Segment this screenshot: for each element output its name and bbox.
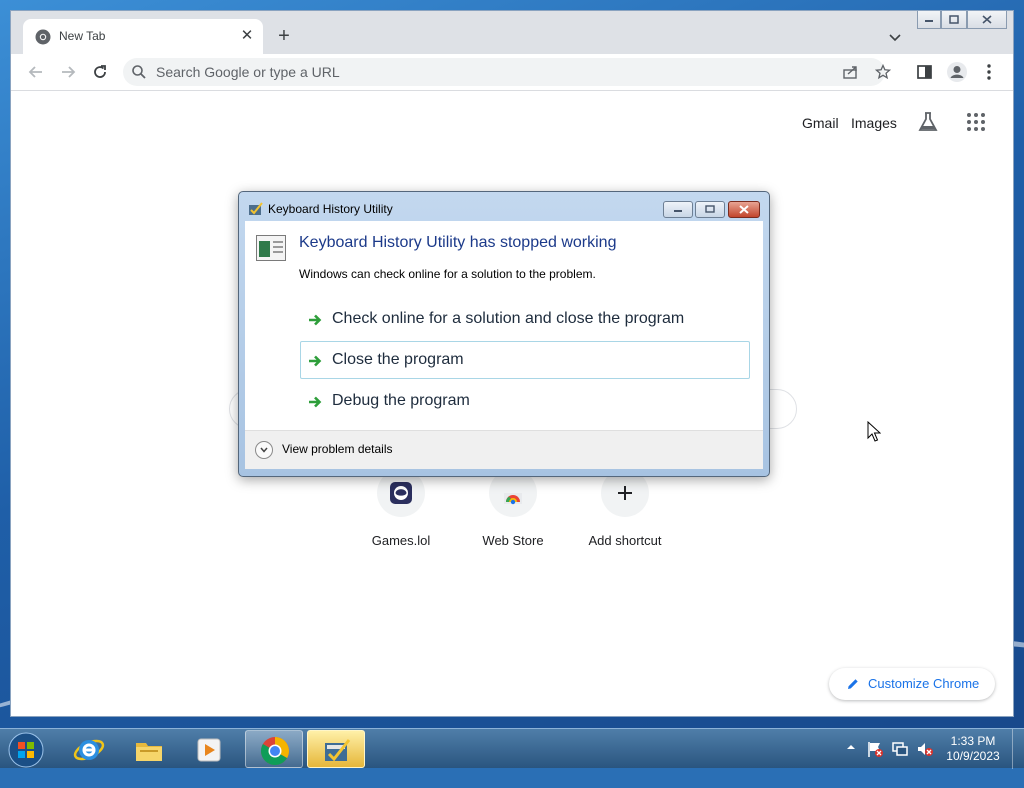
customize-chrome-button[interactable]: Customize Chrome — [829, 668, 995, 700]
gmail-link[interactable]: Gmail — [802, 115, 839, 131]
bookmark-star-icon[interactable] — [875, 64, 891, 80]
customize-chrome-label: Customize Chrome — [868, 676, 980, 691]
close-program-option[interactable]: Close the program — [300, 341, 750, 379]
pencil-icon — [848, 679, 858, 689]
dialog-title: Keyboard History Utility — [268, 202, 393, 216]
dialog-close-button[interactable] — [728, 201, 760, 218]
menu-dots-icon[interactable] — [979, 62, 999, 82]
side-panel-icon[interactable] — [915, 62, 935, 82]
start-button-icon[interactable] — [6, 731, 46, 769]
internet-explorer-icon — [73, 739, 105, 761]
crash-dialog: Keyboard History Utility Keyboard Histor… — [238, 191, 770, 477]
clock-date: 10/9/2023 — [946, 749, 1000, 763]
keyboard-history-utility-icon — [325, 739, 351, 762]
shortcut-web-store[interactable]: Web Store — [463, 469, 563, 548]
volume-muted-icon[interactable] — [916, 740, 934, 758]
taskbar: 1:33 PM 10/9/2023 — [0, 728, 1024, 769]
new-tab-button[interactable]: + — [273, 25, 295, 47]
green-arrow-icon — [309, 314, 322, 326]
option-label: Close the program — [332, 351, 464, 368]
shortcut-add[interactable]: Add shortcut — [575, 469, 675, 548]
labs-flask-icon[interactable] — [916, 110, 940, 134]
view-problem-details-toggle[interactable]: View problem details — [282, 442, 393, 456]
shortcut-label: Add shortcut — [588, 533, 662, 548]
folder-icon — [136, 743, 162, 761]
tab-title: New Tab — [59, 29, 106, 43]
green-arrow-icon — [309, 396, 322, 408]
shortcut-label: Web Store — [482, 533, 544, 548]
search-icon — [132, 65, 146, 79]
window-close-button[interactable] — [967, 11, 1007, 29]
taskbar-chrome[interactable] — [245, 730, 303, 768]
show-hidden-icons-arrow-icon[interactable] — [846, 742, 856, 752]
taskbar-internet-explorer[interactable] — [60, 730, 118, 768]
dialog-heading: Keyboard History Utility has stopped wor… — [299, 234, 617, 251]
show-desktop-button[interactable] — [1012, 729, 1024, 769]
shortcut-label: Games.lol — [371, 533, 431, 548]
dialog-maximize-button[interactable] — [695, 201, 725, 218]
reload-icon[interactable] — [90, 62, 110, 82]
green-arrow-icon — [309, 355, 322, 367]
option-label: Debug the program — [332, 392, 470, 409]
taskbar-media-player[interactable] — [180, 730, 238, 768]
media-player-icon — [197, 738, 221, 762]
forward-arrow-icon[interactable] — [58, 62, 78, 82]
action-center-flag-icon[interactable] — [866, 740, 884, 758]
restore-button[interactable] — [941, 11, 967, 29]
debug-program-option[interactable]: Debug the program — [300, 382, 750, 420]
option-label: Check online for a solution and close th… — [332, 310, 685, 327]
dialog-content: Keyboard History Utility has stopped wor… — [245, 221, 763, 430]
dialog-minimize-button[interactable] — [663, 201, 693, 218]
back-arrow-icon[interactable] — [26, 62, 46, 82]
app-titlebar-icon — [249, 202, 263, 215]
share-icon[interactable] — [842, 64, 860, 80]
network-icon[interactable] — [891, 740, 909, 758]
tab-strip: New Tab ✕ + — [11, 11, 1013, 54]
google-apps-grid-icon[interactable] — [966, 112, 986, 132]
check-online-option[interactable]: Check online for a solution and close th… — [300, 300, 750, 338]
expand-chevron-icon[interactable] — [255, 441, 273, 459]
dialog-footer: View problem details — [245, 430, 763, 469]
dialog-subtext: Windows can check online for a solution … — [299, 267, 596, 281]
browser-toolbar: Search Google or type a URL — [11, 54, 1013, 91]
profile-avatar-icon[interactable] — [946, 61, 968, 83]
tab-new-tab[interactable]: New Tab ✕ — [23, 19, 263, 54]
address-bar-placeholder: Search Google or type a URL — [156, 64, 340, 80]
chrome-favicon-icon — [35, 29, 51, 45]
images-link[interactable]: Images — [851, 115, 897, 131]
tab-close-icon[interactable]: ✕ — [237, 26, 257, 46]
mouse-pointer-icon — [867, 421, 881, 442]
tab-search-chevron-icon[interactable] — [885, 27, 905, 47]
taskbar-file-explorer[interactable] — [120, 730, 178, 768]
chrome-icon — [261, 737, 289, 765]
clock-time: 1:33 PM — [950, 734, 996, 748]
address-bar[interactable]: Search Google or type a URL — [123, 58, 891, 86]
taskbar-keyboard-history-utility[interactable] — [307, 730, 365, 768]
program-window-icon — [256, 235, 286, 261]
minimize-button[interactable] — [917, 11, 941, 29]
system-clock[interactable]: 1:33 PM 10/9/2023 — [938, 734, 1008, 764]
shortcut-games-lol[interactable]: Games.lol — [351, 469, 451, 548]
